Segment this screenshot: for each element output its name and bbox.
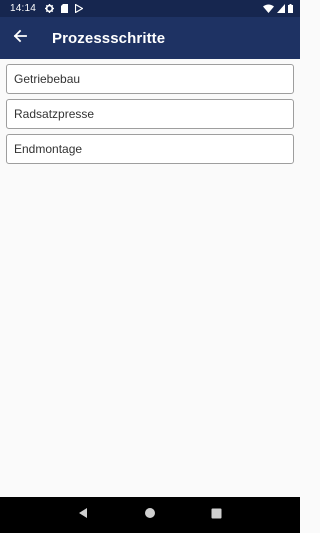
home-circle-icon bbox=[144, 506, 156, 524]
nav-home-button[interactable] bbox=[135, 500, 165, 530]
list-item-label: Radsatzpresse bbox=[14, 107, 95, 121]
back-button[interactable] bbox=[0, 17, 40, 59]
sd-card-icon bbox=[61, 4, 69, 13]
recents-square-icon bbox=[211, 506, 222, 524]
arrow-back-icon bbox=[13, 29, 27, 48]
process-step-list: Getriebebau Radsatzpresse Endmontage bbox=[6, 64, 294, 169]
status-bar: 14:14 bbox=[0, 0, 300, 17]
app-bar: Prozessschritte bbox=[0, 17, 300, 59]
status-bar-left: 14:14 bbox=[10, 3, 84, 14]
signal-icon bbox=[277, 4, 285, 13]
list-item-label: Getriebebau bbox=[14, 72, 81, 86]
nav-recents-button[interactable] bbox=[202, 500, 232, 530]
status-time: 14:14 bbox=[10, 3, 37, 14]
back-triangle-icon bbox=[77, 506, 89, 524]
navigation-bar bbox=[0, 497, 300, 533]
list-item-getriebebau[interactable]: Getriebebau bbox=[6, 64, 294, 94]
list-item-radsatzpresse[interactable]: Radsatzpresse bbox=[6, 99, 294, 129]
nav-back-button[interactable] bbox=[68, 500, 98, 530]
list-item-endmontage[interactable]: Endmontage bbox=[6, 134, 294, 164]
wifi-icon bbox=[263, 4, 274, 13]
gear-icon bbox=[45, 4, 55, 13]
battery-icon bbox=[288, 4, 293, 13]
play-store-icon bbox=[75, 4, 84, 13]
status-bar-right bbox=[263, 4, 293, 13]
list-item-label: Endmontage bbox=[14, 142, 83, 156]
page-title: Prozessschritte bbox=[52, 29, 166, 47]
